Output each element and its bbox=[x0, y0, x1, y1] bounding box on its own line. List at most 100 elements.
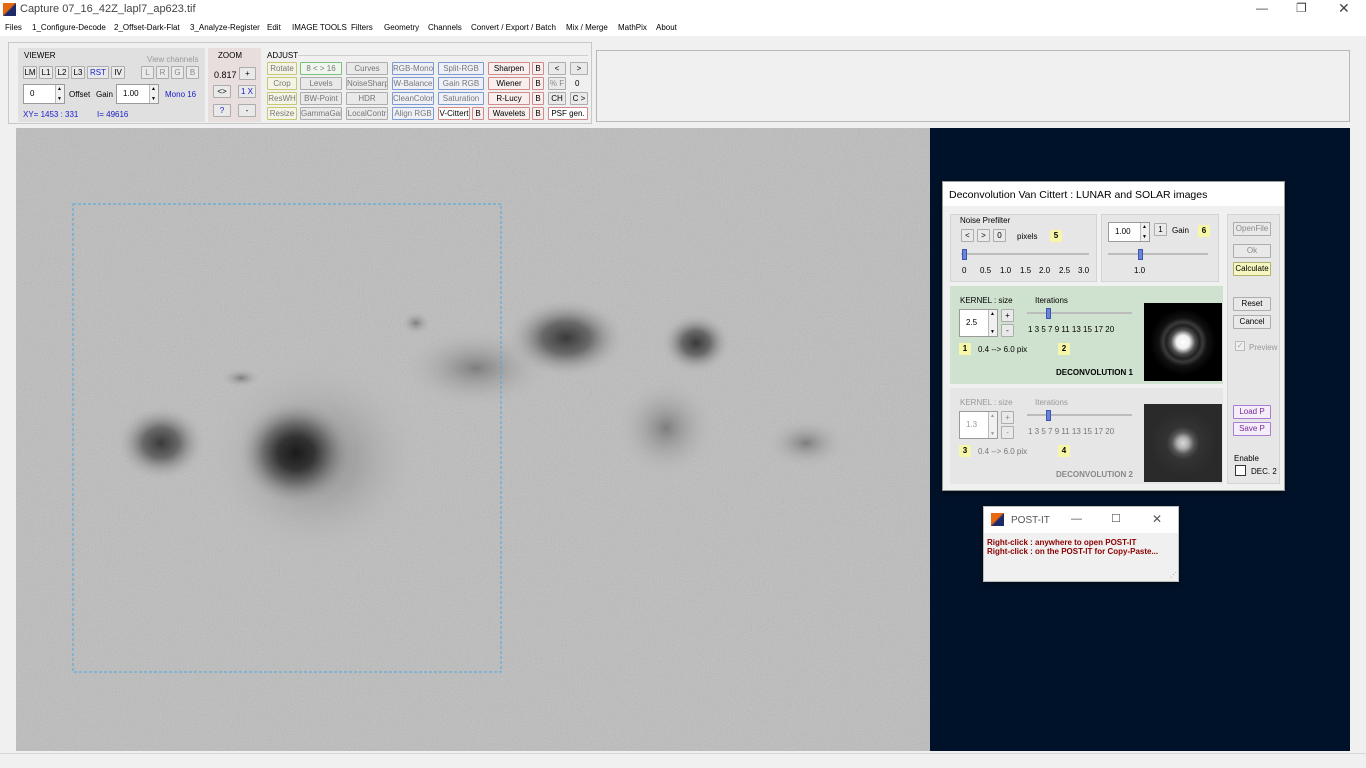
dialog-gain-spinner[interactable]: 1.00 bbox=[1108, 222, 1150, 242]
lm-button[interactable]: LM bbox=[23, 66, 37, 79]
resize-button[interactable]: Resize bbox=[267, 107, 297, 120]
iv-button[interactable]: IV bbox=[111, 66, 125, 79]
dec1-plus-button[interactable]: + bbox=[1001, 309, 1014, 322]
calculate-button[interactable]: Calculate bbox=[1233, 262, 1271, 276]
slider-thumb[interactable] bbox=[1138, 249, 1143, 260]
zoom-in-button[interactable]: + bbox=[239, 67, 256, 80]
rotate-button[interactable]: Rotate bbox=[267, 62, 297, 75]
slider-thumb[interactable] bbox=[962, 249, 967, 260]
zoom-swap-button[interactable]: <> bbox=[213, 85, 231, 98]
channel-l-button[interactable]: L bbox=[141, 66, 154, 79]
gain-one-button[interactable]: 1 bbox=[1154, 223, 1167, 236]
sharpen-button[interactable]: Sharpen bbox=[488, 62, 530, 75]
v-cittert-button[interactable]: V-Cittert bbox=[438, 107, 470, 120]
menu-edit[interactable]: Edit bbox=[267, 23, 281, 32]
noisesharp-button[interactable]: NoiseSharp bbox=[346, 77, 388, 90]
dec2-minus-button[interactable]: - bbox=[1001, 426, 1014, 439]
postit-maximize-icon[interactable]: ☐ bbox=[1111, 512, 1121, 525]
psf-gen-button[interactable]: PSF gen. bbox=[548, 107, 588, 120]
curves-button[interactable]: Curves bbox=[346, 62, 388, 75]
noise-slider[interactable] bbox=[961, 249, 1089, 260]
menu-geometry[interactable]: Geometry bbox=[384, 23, 419, 32]
slider-thumb[interactable] bbox=[1046, 308, 1051, 319]
align-rgb-button[interactable]: Align RGB bbox=[392, 107, 434, 120]
minimize-icon[interactable]: — bbox=[1256, 1, 1268, 15]
gain-spinner[interactable]: 1.00 bbox=[116, 84, 159, 104]
gain-slider[interactable] bbox=[1108, 249, 1208, 260]
levels-button[interactable]: Levels bbox=[300, 77, 342, 90]
spin-arrows-icon[interactable] bbox=[55, 85, 64, 103]
l2-button[interactable]: L2 bbox=[55, 66, 69, 79]
hdr-button[interactable]: HDR bbox=[346, 92, 388, 105]
menu-files[interactable]: Files bbox=[5, 23, 22, 32]
gain-rgb-button[interactable]: Gain RGB bbox=[438, 77, 484, 90]
l3-button[interactable]: L3 bbox=[71, 66, 85, 79]
slider-thumb[interactable] bbox=[1046, 410, 1051, 421]
split-rgb-button[interactable]: Split-RGB bbox=[438, 62, 484, 75]
noise-prev-button[interactable]: < bbox=[961, 229, 974, 242]
spin-arrows-icon[interactable] bbox=[149, 85, 158, 103]
bitdepth-button[interactable]: 8 < > 16 bbox=[300, 62, 342, 75]
menu-about[interactable]: About bbox=[656, 23, 677, 32]
ok-button[interactable]: Ok bbox=[1233, 244, 1271, 258]
menu-mix[interactable]: Mix / Merge bbox=[566, 23, 608, 32]
cancel-button[interactable]: Cancel bbox=[1233, 315, 1271, 329]
crop-button[interactable]: Crop bbox=[267, 77, 297, 90]
rst-button[interactable]: RST bbox=[87, 66, 109, 79]
menu-channels[interactable]: Channels bbox=[428, 23, 462, 32]
menu-offset[interactable]: 2_Offset-Dark-Flat bbox=[114, 23, 180, 32]
save-p-button[interactable]: Save P bbox=[1233, 422, 1271, 436]
wavelets-b-button[interactable]: B bbox=[532, 107, 544, 120]
postit-close-icon[interactable]: ✕ bbox=[1152, 512, 1162, 526]
menu-convert[interactable]: Convert / Export / Batch bbox=[471, 23, 556, 32]
help-button[interactable]: ? bbox=[213, 104, 231, 117]
v-cittert-b-button[interactable]: B bbox=[472, 107, 484, 120]
wavelets-button[interactable]: Wavelets bbox=[488, 107, 530, 120]
restore-icon[interactable]: ❐ bbox=[1296, 1, 1307, 15]
menu-mathpix[interactable]: MathPix bbox=[618, 23, 647, 32]
menu-analyze[interactable]: 3_Analyze-Register bbox=[190, 23, 260, 32]
channel-r-button[interactable]: R bbox=[156, 66, 169, 79]
r-lucy-b-button[interactable]: B bbox=[532, 92, 544, 105]
close-icon[interactable]: ✕ bbox=[1338, 0, 1350, 17]
bw-point-button[interactable]: BW-Point bbox=[300, 92, 342, 105]
image-canvas[interactable] bbox=[16, 128, 930, 751]
rgb-mono-button[interactable]: RGB-Mono bbox=[392, 62, 434, 75]
ch-button[interactable]: CH bbox=[548, 92, 566, 105]
c-next-button[interactable]: C > bbox=[570, 92, 588, 105]
wiener-button[interactable]: Wiener bbox=[488, 77, 530, 90]
dec2-checkbox[interactable] bbox=[1235, 465, 1246, 476]
gammagain-button[interactable]: GammaGain bbox=[300, 107, 342, 120]
wiener-b-button[interactable]: B bbox=[532, 77, 544, 90]
menu-configure[interactable]: 1_Configure-Decode bbox=[32, 23, 106, 32]
resize-grip-icon[interactable]: ⋰ bbox=[1170, 571, 1177, 579]
channel-g-button[interactable]: G bbox=[171, 66, 184, 79]
zoom-1x-button[interactable]: 1 X bbox=[238, 85, 256, 98]
cleancolor-button[interactable]: CleanColor bbox=[392, 92, 434, 105]
l1-button[interactable]: L1 bbox=[39, 66, 53, 79]
spin-arrows-icon[interactable] bbox=[988, 412, 997, 438]
dec1-size-spinner[interactable]: 2.5 bbox=[959, 309, 998, 337]
w-balance-button[interactable]: W-Balance bbox=[392, 77, 434, 90]
dec1-iterations-slider[interactable] bbox=[1027, 308, 1132, 319]
zoom-out-button[interactable]: - bbox=[238, 104, 256, 117]
next-button[interactable]: > bbox=[570, 62, 588, 75]
menu-filters[interactable]: Filters bbox=[351, 23, 373, 32]
dec1-minus-button[interactable]: - bbox=[1001, 324, 1014, 337]
percent-f-button[interactable]: % F bbox=[548, 77, 566, 90]
noise-next-button[interactable]: > bbox=[977, 229, 990, 242]
offset-spinner[interactable]: 0 bbox=[23, 84, 65, 104]
prev-button[interactable]: < bbox=[548, 62, 566, 75]
spin-arrows-icon[interactable] bbox=[1140, 223, 1149, 241]
dec2-iterations-slider[interactable] bbox=[1027, 410, 1132, 421]
menu-image-tools[interactable]: IMAGE TOOLS bbox=[292, 23, 347, 32]
localcontr-button[interactable]: LocalContr bbox=[346, 107, 388, 120]
dec2-size-spinner[interactable]: 1.3 bbox=[959, 411, 998, 439]
reswh-button[interactable]: ResWH bbox=[267, 92, 297, 105]
r-lucy-button[interactable]: R-Lucy bbox=[488, 92, 530, 105]
channel-b-button[interactable]: B bbox=[186, 66, 199, 79]
dec2-plus-button[interactable]: + bbox=[1001, 411, 1014, 424]
reset-button[interactable]: Reset bbox=[1233, 297, 1271, 311]
postit-minimize-icon[interactable]: — bbox=[1071, 513, 1082, 525]
noise-zero-button[interactable]: 0 bbox=[993, 229, 1006, 242]
